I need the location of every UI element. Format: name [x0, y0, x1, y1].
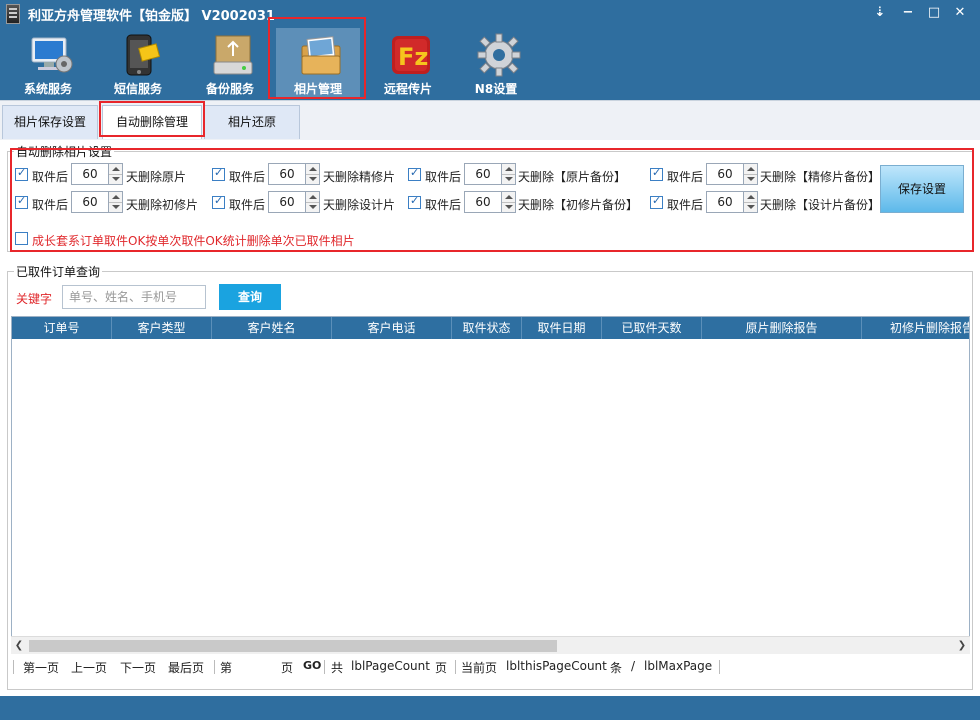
app-icon: [6, 4, 20, 24]
last-page-button[interactable]: 最后页: [168, 659, 204, 676]
column-header[interactable]: 客户类型: [112, 317, 212, 339]
go-button[interactable]: GO: [303, 659, 321, 672]
column-header[interactable]: 已取件天数: [602, 317, 702, 339]
query-button[interactable]: 查询: [219, 284, 281, 310]
toolbar-sms-service[interactable]: 短信服务: [96, 28, 180, 98]
separator: [719, 660, 720, 674]
gear-icon: [477, 33, 521, 77]
backup-drive-icon: [213, 35, 253, 75]
search-input[interactable]: 单号、姓名、手机号: [62, 285, 206, 309]
highlight-box: [99, 101, 205, 137]
current-page-label: 当前页: [461, 661, 498, 675]
tab-strip: 相片保存设置 自动删除管理 相片还原: [0, 100, 980, 140]
column-header[interactable]: 客户电话: [332, 317, 452, 339]
tab-photo-restore[interactable]: 相片还原: [204, 105, 300, 139]
highlight-box: [268, 17, 366, 99]
window-title: 利亚方舟管理软件【铂金版】 V2002031: [28, 9, 275, 24]
toolbar-n8-settings[interactable]: N8设置: [454, 28, 538, 98]
column-header[interactable]: 客户姓名: [212, 317, 332, 339]
scroll-right-icon[interactable]: ❯: [954, 637, 970, 655]
status-bar: [0, 696, 980, 720]
phone-message-icon: [126, 34, 161, 76]
prev-page-button[interactable]: 上一页: [71, 659, 107, 676]
table-header: 订单号 客户类型 客户姓名 客户电话 取件状态 取件日期 已取件天数 原片删除报…: [12, 317, 969, 339]
pager: 第一页 上一页 下一页 最后页 第 页 GO 共 lblPageCount 页 …: [11, 656, 970, 678]
separator: [455, 660, 456, 674]
toolbar-label: 系统服务: [23, 82, 72, 96]
minimize-button[interactable]: −: [898, 4, 918, 22]
column-header[interactable]: 取件状态: [452, 317, 522, 339]
toolbar-label: 短信服务: [113, 82, 162, 96]
separator: [13, 660, 14, 674]
toolbar-label: N8设置: [474, 82, 518, 96]
column-header[interactable]: 初修片删除报告: [862, 317, 969, 339]
orders-table[interactable]: 订单号 客户类型 客户姓名 客户电话 取件状态 取件日期 已取件天数 原片删除报…: [11, 316, 970, 654]
group-title: 已取件订单查询: [14, 263, 103, 280]
unit-label: 条: [610, 661, 623, 675]
total-suffix: 页: [435, 661, 448, 675]
next-page-button[interactable]: 下一页: [120, 659, 156, 676]
column-header[interactable]: 取件日期: [522, 317, 602, 339]
page-number-input[interactable]: [238, 657, 268, 677]
title-bar: 利亚方舟管理软件【铂金版】 V2002031 ⇣ − □ ✕: [0, 0, 980, 28]
this-page-count-label: lblthisPageCount: [506, 659, 607, 673]
menu-dropdown-icon[interactable]: ⇣: [870, 4, 890, 22]
toolbar-remote-transfer[interactable]: Fz 远程传片: [366, 28, 450, 98]
main-toolbar: 系统服务 短信服务 备份服务 相片管理 Fz 远程传片 N8设置: [0, 17, 980, 100]
toolbar-system-service[interactable]: 系统服务: [6, 28, 90, 98]
page-suffix: 页: [281, 661, 294, 675]
column-header[interactable]: 订单号: [12, 317, 112, 339]
separator: [324, 660, 325, 674]
tab-photo-save-settings[interactable]: 相片保存设置: [2, 105, 98, 139]
main-panel: 自动删除相片设置 取件后 60 天删除原片 取件后 60 天删除精修片 取件后 …: [0, 140, 980, 696]
toolbar-backup-service[interactable]: 备份服务: [188, 28, 272, 98]
total-prefix: 共: [331, 661, 344, 675]
max-page-label: lblMaxPage: [644, 659, 713, 673]
maximize-button[interactable]: □: [924, 4, 944, 22]
slash-label: /: [631, 659, 636, 673]
svg-text:Fz: Fz: [398, 43, 428, 71]
scroll-left-icon[interactable]: ❮: [11, 637, 27, 655]
scroll-thumb[interactable]: [29, 640, 557, 652]
separator: [214, 660, 215, 674]
horizontal-scrollbar[interactable]: ❮ ❯: [11, 636, 970, 654]
page-prefix: 第: [220, 661, 233, 675]
close-button[interactable]: ✕: [950, 4, 970, 22]
highlight-box: [10, 148, 974, 252]
filezilla-icon: Fz: [392, 36, 430, 74]
first-page-button[interactable]: 第一页: [23, 659, 59, 676]
column-header[interactable]: 原片删除报告: [702, 317, 862, 339]
computer-gear-icon: [31, 37, 73, 73]
toolbar-label: 远程传片: [383, 82, 432, 96]
page-count-label: lblPageCount: [351, 659, 430, 673]
toolbar-label: 备份服务: [205, 82, 254, 96]
keyword-label: 关键字: [16, 292, 53, 306]
